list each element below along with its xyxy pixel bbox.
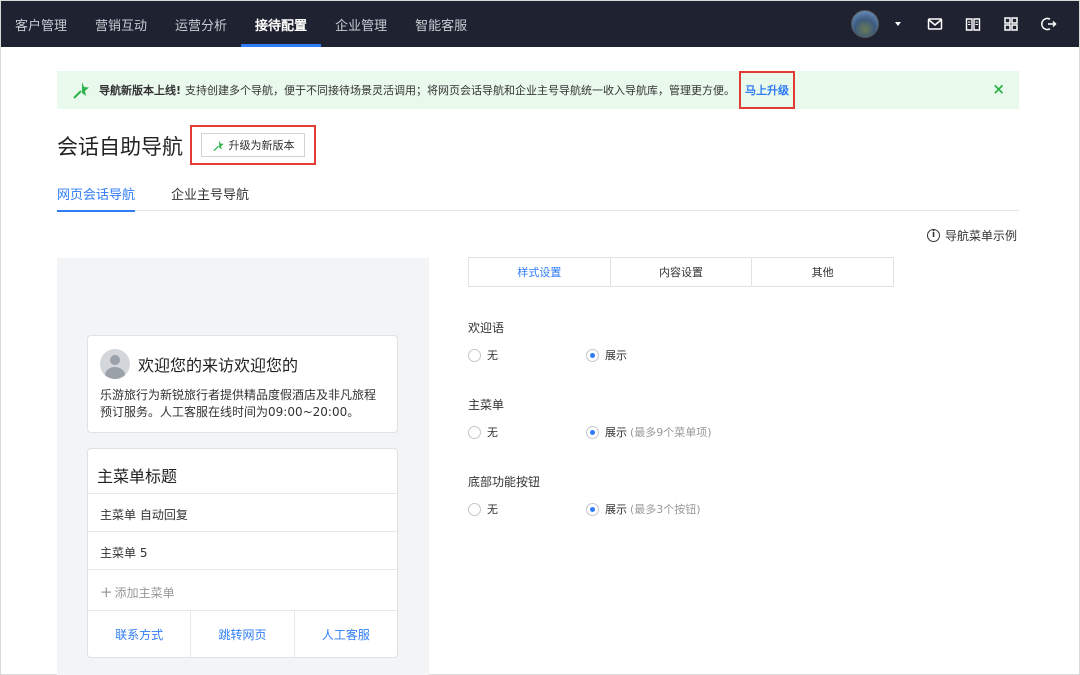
radio-label: 无 [487,349,498,362]
banner-title: 导航新版本上线! [99,84,182,97]
menu-item[interactable]: 主菜单 5 [88,532,397,570]
radio-main-menu-off[interactable] [468,425,481,439]
grid-icon[interactable] [1003,16,1019,32]
user-placeholder-icon [100,349,130,379]
tab-enterprise-account-nav[interactable]: 企业主号导航 [171,184,249,211]
section-label-main-menu: 主菜单 [468,398,505,412]
section-label-welcome: 欢迎语 [468,321,505,335]
upgrade-now-link[interactable]: 马上升级 [745,82,789,98]
nav-enterprise-management[interactable]: 企业管理 [321,1,401,47]
welcome-text-line2: 预订服务。人工客服在线时间为09:00~20:00。 [100,405,360,419]
menu-title: 主菜单标题 [88,449,397,494]
radio-main-menu-on[interactable] [586,425,599,439]
preview-panel: 欢迎您的来访欢迎您的 乐游旅行为新锐旅行者提供精品度假酒店及非凡旅程 预订服务。… [57,258,429,675]
menu-item[interactable]: 主菜单 自动回复 [88,494,397,532]
chevron-down-icon[interactable] [895,22,901,26]
close-icon[interactable]: × [992,80,1005,98]
upgrade-banner: 导航新版本上线! 支持创建多个导航，便于不同接待场景灵活调用；将网页会话导航和企… [57,71,1019,109]
banner-text: 支持创建多个导航，便于不同接待场景灵活调用；将网页会话导航和企业主号导航统一收入… [185,84,736,97]
plus-icon: + [100,583,113,601]
jump-webpage-button[interactable]: 跳转网页 [191,611,295,657]
top-navigation: 客户管理 营销互动 运营分析 接待配置 企业管理 智能客服 [1,1,1079,47]
add-menu-label: 添加主菜单 [114,586,175,600]
radio-label: 无 [487,503,498,516]
nav-marketing[interactable]: 营销互动 [81,1,161,47]
welcome-text-line1: 乐游旅行为新锐旅行者提供精品度假酒店及非凡旅程 [100,388,377,402]
nav-smart-service[interactable]: 智能客服 [401,1,481,47]
nav-customer-management[interactable]: 客户管理 [1,1,81,47]
navigation-tabs: 网页会话导航 企业主号导航 [57,184,1019,212]
welcome-card: 欢迎您的来访欢迎您的 乐游旅行为新锐旅行者提供精品度假酒店及非凡旅程 预订服务。… [87,335,398,433]
pin-icon [73,82,89,99]
menu-card: 主菜单标题 主菜单 自动回复 主菜单 5 + 添加主菜单 联系方式 跳转网页 人工… [87,448,398,658]
settings-segmented-control: 样式设置 内容设置 其他 [468,257,894,287]
segment-content-settings[interactable]: 内容设置 [611,258,753,286]
radio-hint: (最多3个按钮) [630,503,701,516]
nav-menu-example-label: 导航菜单示例 [944,229,1017,243]
human-service-button[interactable]: 人工客服 [295,611,397,657]
radio-label: 无 [487,426,498,439]
segment-style-settings[interactable]: 样式设置 [469,258,611,286]
logout-icon[interactable] [1041,16,1057,32]
segment-other[interactable]: 其他 [752,258,893,286]
tab-web-session-nav[interactable]: 网页会话导航 [57,184,136,212]
radio-label: 展示 [605,503,627,516]
page-title: 会话自助导航 [57,135,183,159]
menu-footer: 联系方式 跳转网页 人工客服 [88,611,397,657]
upgrade-version-label: 升级为新版本 [228,139,295,152]
user-avatar[interactable] [851,10,879,38]
radio-label: 展示 [605,349,627,362]
book-icon[interactable] [965,16,981,32]
radio-group-main-menu: 无 展示 (最多9个菜单项) [468,424,712,440]
pin-icon [212,139,224,151]
radio-group-footer-buttons: 无 展示 (最多3个按钮) [468,501,701,517]
welcome-title: 欢迎您的来访欢迎您的 [138,356,299,375]
top-right-toolbar [851,1,1079,47]
upgrade-button-highlight: 升级为新版本 [190,125,316,165]
mail-icon[interactable] [927,16,943,32]
section-label-footer-buttons: 底部功能按钮 [468,475,541,489]
radio-label: 展示 [605,426,627,439]
radio-group-welcome: 无 展示 [468,347,627,363]
add-menu-button[interactable]: + 添加主菜单 [88,570,397,611]
radio-welcome-off[interactable] [468,348,481,362]
radio-footer-on[interactable] [586,502,599,516]
nav-menu-example-link[interactable]: i 导航菜单示例 [926,227,1017,244]
nav-analytics[interactable]: 运营分析 [161,1,241,47]
radio-footer-off[interactable] [468,502,481,516]
contact-button[interactable]: 联系方式 [88,611,192,657]
info-icon: i [926,229,940,242]
banner-link-highlight: 马上升级 [739,71,796,109]
upgrade-version-button[interactable]: 升级为新版本 [201,133,305,157]
radio-hint: (最多9个菜单项) [630,426,712,439]
nav-reception-config[interactable]: 接待配置 [241,1,322,47]
radio-welcome-on[interactable] [586,348,599,362]
